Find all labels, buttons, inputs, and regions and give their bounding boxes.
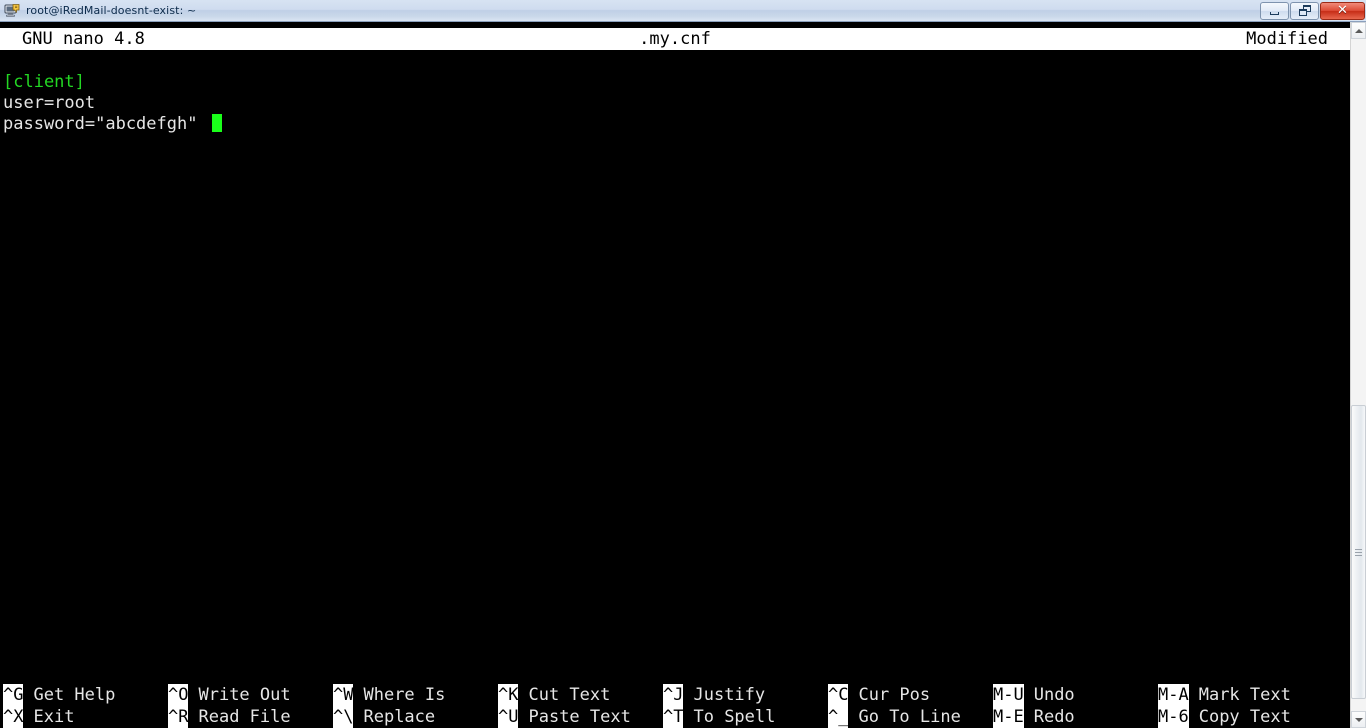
scrollbar-track[interactable] (1351, 39, 1366, 711)
editor-line-2[interactable]: user=root (3, 93, 95, 114)
shortcut-redo[interactable]: M-E Redo (993, 706, 1075, 728)
text-cursor (212, 114, 222, 132)
shortcut-label: Where Is (363, 685, 446, 705)
shortcut-label: Redo (1033, 707, 1075, 727)
shortcut-undo[interactable]: M-U Undo (993, 684, 1075, 706)
grip-icon (1355, 548, 1362, 556)
shortcut-write-out[interactable]: ^O Write Out (168, 684, 291, 706)
nano-filename: .my.cnf (639, 29, 711, 49)
shortcut-exit[interactable]: ^X Exit (3, 706, 74, 728)
shortcut-key: ^\ (333, 706, 354, 728)
shortcut-key: ^W (333, 684, 354, 706)
shortcut-key: ^K (498, 684, 519, 706)
minimize-icon (1270, 11, 1279, 15)
shortcut-label: Write Out (198, 685, 291, 705)
terminal-screen[interactable]: GNU nano 4.8 .my.cnf Modified [client] u… (0, 22, 1350, 728)
shortcut-key: M-U (993, 684, 1024, 706)
minimize-button[interactable] (1260, 1, 1289, 20)
shortcut-label: Get Help (33, 685, 116, 705)
shortcut-label: Read File (198, 707, 291, 727)
window-titlebar[interactable]: root@iRedMail-doesnt-exist: ~ ✕ (0, 0, 1366, 22)
nano-titlebar: GNU nano 4.8 .my.cnf Modified (0, 28, 1350, 50)
shortcut-label: Cut Text (528, 685, 611, 705)
shortcut-key: ^T (663, 706, 684, 728)
editor-line-3[interactable]: password="abcdefgh" (3, 114, 197, 135)
window-scrollbar[interactable] (1350, 22, 1366, 728)
shortcut-key: ^U (498, 706, 519, 728)
shortcut-mark-text[interactable]: M-A Mark Text (1158, 684, 1291, 706)
shortcut-key: M-A (1158, 684, 1189, 706)
scrollbar-thumb[interactable] (1351, 405, 1366, 699)
shortcut-key: M-6 (1158, 706, 1189, 728)
shortcut-label: Go To Line (858, 707, 961, 727)
shortcut-where-is[interactable]: ^W Where Is (333, 684, 445, 706)
nano-modified-status: Modified (1246, 29, 1328, 49)
shortcut-to-spell[interactable]: ^T To Spell (663, 706, 775, 728)
editor-line-1[interactable]: [client] (3, 72, 85, 93)
shortcut-get-help[interactable]: ^G Get Help (3, 684, 115, 706)
putty-window: root@iRedMail-doesnt-exist: ~ ✕ GNU nano… (0, 0, 1366, 728)
shortcut-label: Exit (33, 707, 75, 727)
shortcut-label: Cur Pos (858, 685, 931, 705)
shortcut-label: To Spell (693, 707, 776, 727)
shortcut-replace[interactable]: ^\ Replace (333, 706, 435, 728)
shortcut-label: Replace (363, 707, 436, 727)
restore-icon (1298, 5, 1311, 16)
shortcut-key: ^X (3, 706, 24, 728)
scroll-down-button[interactable] (1351, 711, 1366, 728)
restore-button[interactable] (1290, 1, 1319, 20)
titlebar-left-group: root@iRedMail-doesnt-exist: ~ (0, 0, 196, 21)
chevron-up-icon (1354, 28, 1363, 33)
shortcut-label: Mark Text (1198, 685, 1291, 705)
shortcut-row-secondary: ^X Exit ^R Read File ^\ Replace ^U Paste Text ^T… (0, 706, 1350, 728)
shortcut-key: ^O (168, 684, 189, 706)
close-icon: ✕ (1337, 3, 1348, 18)
shortcut-label: Copy Text (1198, 707, 1291, 727)
shortcut-key: ^G (3, 684, 24, 706)
shortcut-label: Undo (1033, 685, 1075, 705)
window-title: root@iRedMail-doesnt-exist: ~ (26, 4, 197, 17)
shortcut-key: ^R (168, 706, 189, 728)
shortcut-key: ^J (663, 684, 684, 706)
shortcut-go-to-line[interactable]: ^_ Go To Line (828, 706, 961, 728)
shortcut-justify[interactable]: ^J Justify (663, 684, 765, 706)
shortcut-cur-pos[interactable]: ^C Cur Pos (828, 684, 930, 706)
shortcut-key: ^_ (828, 706, 849, 728)
shortcut-label: Paste Text (528, 707, 631, 727)
shortcut-cut-text[interactable]: ^K Cut Text (498, 684, 610, 706)
window-controls: ✕ (1259, 1, 1365, 20)
close-button[interactable]: ✕ (1320, 1, 1365, 20)
chevron-down-icon (1354, 717, 1363, 722)
putty-terminal-icon (4, 3, 20, 19)
shortcut-key: ^C (828, 684, 849, 706)
shortcut-read-file[interactable]: ^R Read File (168, 706, 291, 728)
shortcut-paste-text[interactable]: ^U Paste Text (498, 706, 631, 728)
shortcut-copy-text[interactable]: M-6 Copy Text (1158, 706, 1291, 728)
nano-shortcut-bar: ^G Get Help ^O Write Out ^W Where Is ^K Cut Tex… (0, 684, 1350, 728)
shortcut-row-primary: ^G Get Help ^O Write Out ^W Where Is ^K Cut Tex… (0, 684, 1350, 706)
shortcut-label: Justify (693, 685, 766, 705)
scroll-up-button[interactable] (1351, 22, 1366, 39)
shortcut-key: M-E (993, 706, 1024, 728)
